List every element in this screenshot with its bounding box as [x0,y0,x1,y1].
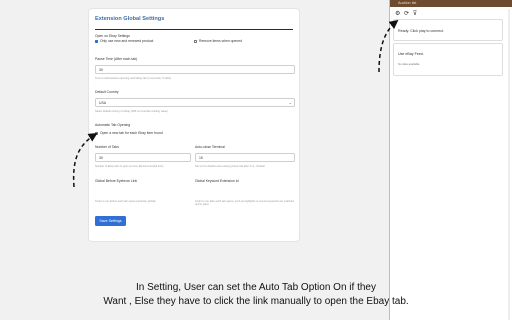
sidebar-scrollbar[interactable] [508,9,510,320]
default-country-hint: Select default country for Ebay (Will no… [95,110,168,113]
settings-card: Extension Global Settings Open on Ebay S… [88,8,300,242]
auto-close-terminal-input[interactable]: 15 [195,153,295,162]
feed-panel-subtitle: No data available [398,62,420,66]
global-before-label: Global Before Eyebrow Link [95,179,138,183]
caption-line-2: Want , Else they have to click the link … [103,296,409,307]
title-divider [95,29,293,30]
remove-opened-label: Remove items when opened [199,39,242,43]
default-country-label: Default Country [95,90,119,94]
pause-time-hint: Time to wait between opening each Ebay t… [95,77,171,80]
caption-line-1: In Setting, User can set the Auto Tab Op… [136,282,376,293]
auto-close-terminal-hint: Set to 0 to disable auto-closing (Close … [195,165,265,168]
pause-time-label: Pause Time (After each tab) [95,57,138,61]
number-of-tabs-label: Number of Tabs [95,145,119,149]
remove-opened-checkbox[interactable] [194,39,197,43]
sidebar-status: Ready. Click play to connect. [393,19,503,41]
new-renewed-label: Only use new and renewed product [100,39,154,43]
settings-title: Extension Global Settings [95,16,165,22]
chevron-down-icon: ⌄ [288,100,292,105]
extension-sidebar: Auction list ⚙ ⟳ ⊽ Ready. Click play to … [389,0,512,320]
feed-panel-title: Use eBay Feed. [398,52,424,56]
global-before-hint: Script to run before each tab opens (opt… [95,200,156,203]
global-after-label: Global Keyword Extension Id [195,179,239,183]
auto-close-terminal-label: Auto-close Terminal [195,145,225,149]
save-settings-button[interactable]: Save Settings [95,216,126,226]
auto-tab-heading: Automatic Tab Opening [95,123,131,127]
global-after-hint: Script to run after each tab opens, such… [195,200,294,207]
default-country-select[interactable]: USA ⌄ [95,98,295,107]
new-renewed-checkbox[interactable] [95,39,98,43]
open-on-ebay-heading: Open on Ebay Settings [95,34,130,38]
sidebar-feed-panel: Use eBay Feed. No data available [393,43,503,76]
sidebar-toolbar-icons[interactable]: ⚙ ⟳ ⊽ [395,10,418,17]
auto-tab-checkbox[interactable] [95,131,98,135]
number-of-tabs-hint: Number of Ebay tabs to open at once (Rec… [95,165,164,168]
pause-time-input[interactable]: 30 [95,65,295,74]
default-country-value: USA [99,101,106,105]
number-of-tabs-input[interactable]: 30 [95,153,191,162]
auto-tab-checkbox-label: Open a new tab for each Ebay item found [100,131,163,135]
sidebar-header: Auction list [390,0,512,7]
